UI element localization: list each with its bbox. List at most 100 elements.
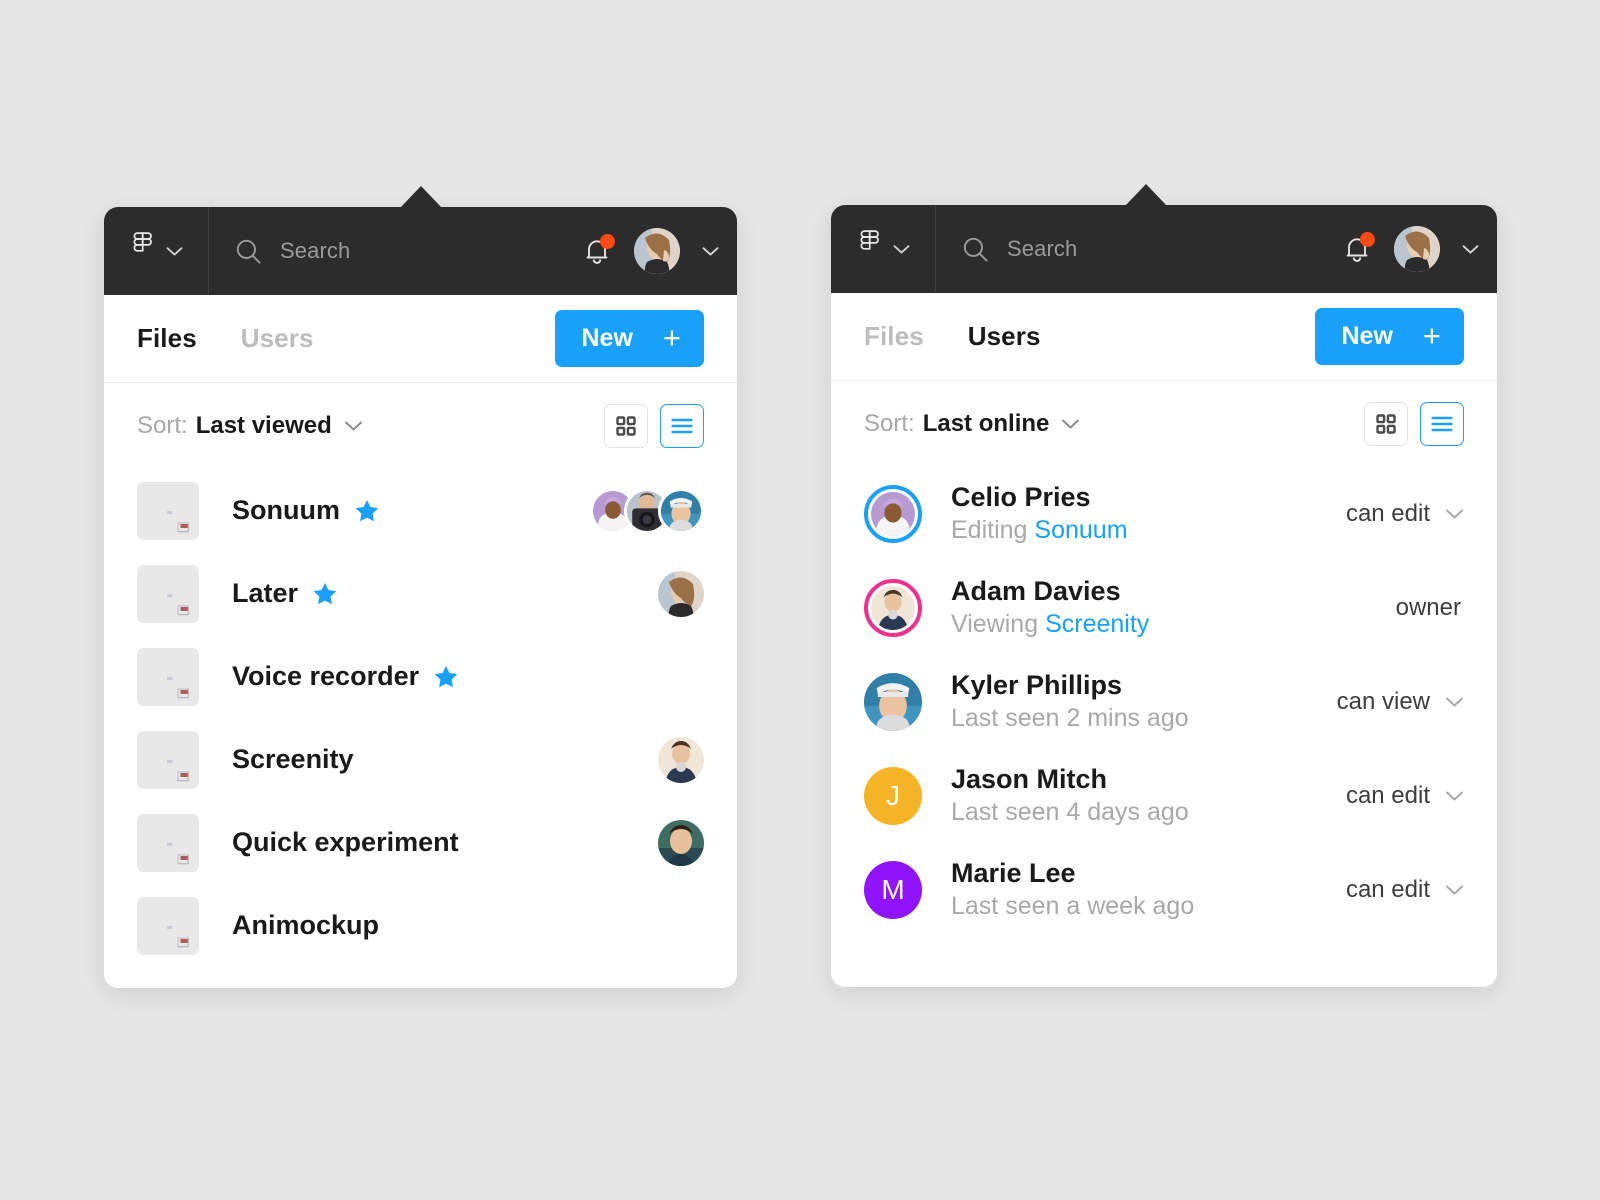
brand-menu-button[interactable]: [831, 205, 936, 293]
sort-value[interactable]: Last online: [923, 410, 1050, 438]
top-bar: Search: [831, 205, 1497, 293]
user-status-file-link[interactable]: Sonuum: [1034, 516, 1127, 544]
chevron-down-icon[interactable]: [1061, 418, 1080, 430]
tab-users[interactable]: Users: [241, 323, 314, 354]
file-row[interactable]: Later: [137, 552, 704, 635]
file-name: Later: [232, 578, 299, 608]
screen: Search Files Users New + Sort: Last view…: [0, 0, 1600, 1200]
permission-label: can edit: [1345, 500, 1430, 527]
list-view-button[interactable]: [1420, 402, 1464, 446]
user-avatar[interactable]: M: [864, 861, 922, 919]
collaborator-avatars: [658, 736, 704, 783]
user-status-file-link[interactable]: Screenity: [1045, 610, 1149, 638]
user-avatar-image: [869, 490, 917, 538]
figma-logo-icon: [860, 230, 879, 250]
permission-dropdown[interactable]: can view: [1337, 688, 1464, 716]
notifications-button[interactable]: [1342, 232, 1375, 265]
file-name: Animockup: [232, 910, 380, 940]
user-row[interactable]: Kyler Phillips Last seen 2 mins ago can vi…: [864, 655, 1464, 749]
chevron-down-icon[interactable]: [344, 420, 363, 432]
user-status: Viewing Screenity: [951, 610, 1149, 640]
search-placeholder: Search: [280, 238, 351, 263]
user-row[interactable]: M Marie Lee Last seen a week ago can edit: [864, 843, 1464, 937]
tab-bar: Files Users New +: [104, 295, 737, 383]
chevron-down-icon: [166, 246, 182, 256]
collaborator-avatar-image: [658, 570, 704, 617]
chevron-down-icon: [1446, 697, 1463, 707]
permission-label: can edit: [1345, 876, 1430, 903]
user-name: Celio Pries: [951, 482, 1091, 513]
collaborator-avatar[interactable]: [658, 736, 704, 783]
list-view-button[interactable]: [660, 404, 704, 448]
avatar[interactable]: [1394, 226, 1440, 272]
file-name: Screenity: [232, 744, 354, 774]
search-input[interactable]: Search: [209, 238, 582, 265]
list-view-icon: [671, 418, 693, 434]
avatar-initial: M: [881, 874, 905, 905]
user-name: Kyler Phillips: [951, 670, 1123, 701]
tab-files[interactable]: Files: [137, 323, 197, 354]
user-avatar[interactable]: J: [864, 767, 922, 825]
collaborator-avatar[interactable]: [658, 487, 704, 534]
tab-bar: Files Users New +: [831, 293, 1497, 381]
view-toggle: [604, 404, 704, 448]
file-thumbnail-art: [167, 842, 189, 864]
file-row[interactable]: Voice recorder: [137, 635, 704, 718]
user-name: Adam Davies: [951, 576, 1121, 607]
user-status: Last seen 4 days ago: [951, 798, 1189, 828]
collaborator-avatar-image: [658, 819, 704, 866]
sort-value[interactable]: Last viewed: [196, 412, 332, 440]
sort-bar: Sort: Last viewed: [104, 383, 737, 469]
user-row[interactable]: J Jason Mitch Last seen 4 days ago can edit: [864, 749, 1464, 843]
file-row[interactable]: Screenity: [137, 718, 704, 801]
collaborator-avatar-image: [661, 490, 701, 531]
tab-users[interactable]: Users: [968, 321, 1041, 352]
grid-view-button[interactable]: [604, 404, 648, 448]
user-name: Jason Mitch: [951, 764, 1108, 795]
user-avatar[interactable]: [864, 579, 922, 637]
avatar[interactable]: [634, 228, 680, 274]
list-view-icon: [1431, 416, 1453, 432]
avatar-image: [634, 228, 680, 274]
new-button[interactable]: New +: [555, 310, 704, 367]
top-bar: Search: [104, 207, 737, 295]
tab-files[interactable]: Files: [864, 321, 924, 352]
chevron-down-icon: [893, 244, 909, 254]
new-button-label: New: [1341, 322, 1393, 350]
brand-menu-button[interactable]: [104, 207, 209, 295]
star-icon[interactable]: [433, 664, 459, 690]
file-thumbnail: [137, 730, 199, 789]
sort-bar: Sort: Last online: [831, 381, 1497, 467]
permission-dropdown[interactable]: can edit: [1346, 500, 1464, 528]
grid-view-button[interactable]: [1364, 402, 1408, 446]
file-row[interactable]: Quick experiment: [137, 801, 704, 884]
file-thumbnail: [137, 564, 199, 623]
user-status: Editing Sonuum: [951, 516, 1128, 546]
user-row[interactable]: Celio Pries Editing Sonuum can edit: [864, 467, 1464, 561]
new-button[interactable]: New +: [1315, 308, 1464, 365]
star-icon[interactable]: [354, 498, 380, 524]
user-avatar[interactable]: [864, 485, 922, 543]
collaborator-avatar[interactable]: [658, 570, 704, 617]
view-toggle: [1364, 402, 1464, 446]
search-input[interactable]: Search: [936, 236, 1342, 263]
file-row[interactable]: Animockup: [137, 884, 704, 967]
file-thumbnail: [137, 481, 199, 540]
chevron-down-icon: [1446, 885, 1463, 895]
user-name: Marie Lee: [951, 858, 1076, 889]
notifications-button[interactable]: [582, 234, 615, 267]
user-avatar[interactable]: [864, 673, 922, 731]
notification-badge: [1360, 232, 1375, 247]
file-name: Sonuum: [232, 495, 340, 525]
star-icon[interactable]: [312, 581, 338, 607]
user-row[interactable]: Adam Davies Viewing Screenity owner: [864, 561, 1464, 655]
chevron-down-icon[interactable]: [702, 246, 719, 257]
grid-view-icon: [1376, 414, 1396, 434]
chevron-down-icon[interactable]: [1462, 244, 1479, 255]
permission-dropdown[interactable]: can edit: [1346, 876, 1464, 904]
collaborator-avatar[interactable]: [658, 819, 704, 866]
permission-label: can edit: [1345, 782, 1430, 809]
permission-dropdown[interactable]: can edit: [1346, 782, 1464, 810]
file-name: Quick experiment: [232, 827, 459, 857]
file-row[interactable]: Sonuum: [137, 469, 704, 552]
